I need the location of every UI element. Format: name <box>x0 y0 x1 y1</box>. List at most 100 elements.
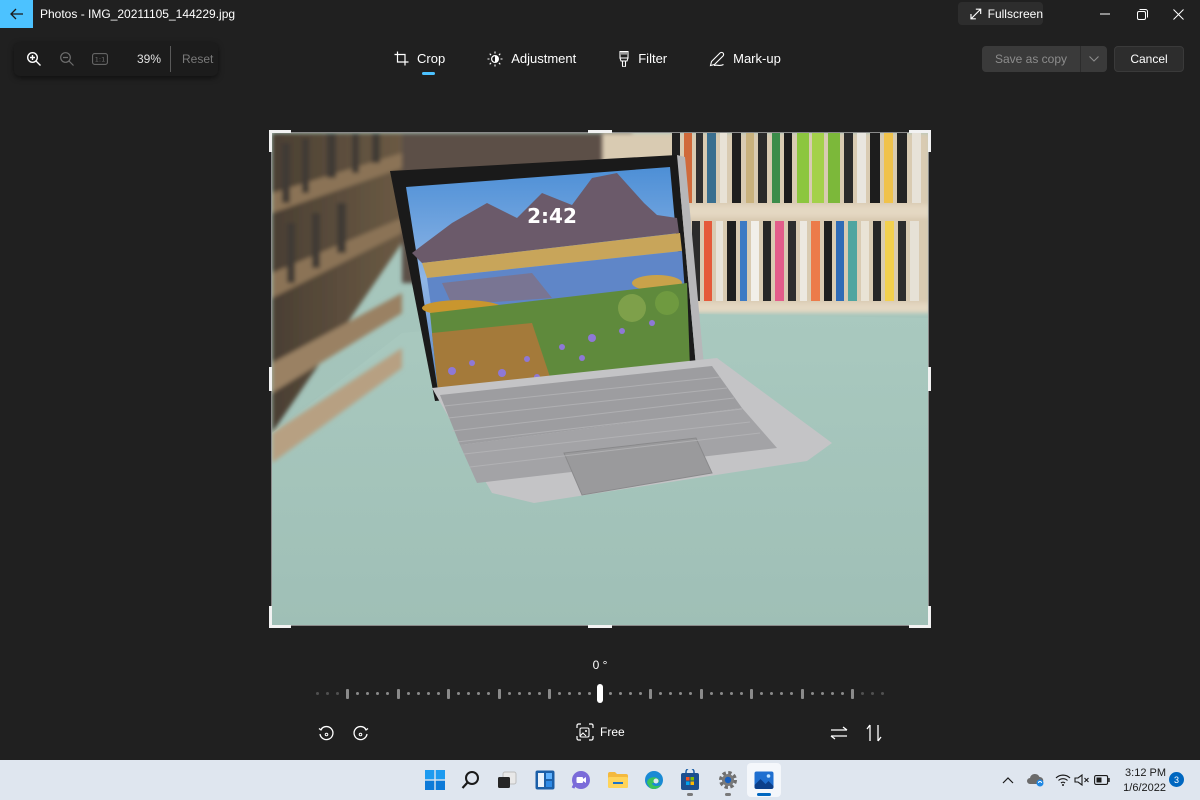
tab-markup[interactable]: Mark-up <box>709 48 781 78</box>
toolbar-divider <box>170 46 171 72</box>
ruler-minor-tick <box>659 692 663 695</box>
ruler-minor-tick <box>830 692 834 695</box>
save-as-copy-button[interactable]: Save as copy <box>982 46 1081 72</box>
crop-handle-bottom-left-vertical[interactable] <box>269 606 272 628</box>
crop-handle-left[interactable] <box>269 367 272 391</box>
crop-handle-bottom-left[interactable] <box>269 625 291 628</box>
clock-date: 1/6/2022 <box>1123 782 1166 794</box>
tab-markup-label: Mark-up <box>733 51 781 66</box>
notification-badge[interactable]: 3 <box>1169 772 1184 787</box>
running-indicator <box>725 793 731 796</box>
ruler-minor-tick <box>820 692 824 695</box>
taskbar-settings[interactable] <box>711 763 745 797</box>
tab-adjustment[interactable]: Adjustment <box>487 48 576 78</box>
zoom-out-icon <box>59 52 74 66</box>
crop-handle-right[interactable] <box>928 367 931 391</box>
taskbar-task-view[interactable] <box>490 763 524 797</box>
ruler-major-tick <box>649 689 652 699</box>
taskbar-start[interactable] <box>418 763 452 797</box>
taskbar-photos[interactable] <box>747 763 781 797</box>
ruler-minor-tick <box>558 692 562 695</box>
crop-handle-top-left[interactable] <box>269 130 291 133</box>
ruler-minor-tick <box>588 692 592 695</box>
flip-vertical-button[interactable] <box>863 722 885 744</box>
ruler-minor-tick <box>325 692 329 695</box>
ruler-minor-tick <box>537 692 541 695</box>
restore-icon <box>1136 8 1148 20</box>
actual-size-button[interactable]: 1:1 <box>83 42 116 76</box>
ruler-minor-tick <box>679 692 683 695</box>
ruler-minor-tick <box>356 692 360 695</box>
system-clock[interactable]: 3:12 PM 1/6/2022 <box>1120 766 1166 796</box>
wifi-icon <box>1055 774 1071 786</box>
straighten-slider[interactable] <box>315 684 885 703</box>
flip-horizontal-button[interactable] <box>828 722 850 744</box>
rotate-left-button[interactable] <box>315 722 337 744</box>
ruler-minor-tick <box>335 692 339 695</box>
aspect-ratio-button[interactable]: Free <box>576 723 625 741</box>
ruler-minor-tick <box>436 692 440 695</box>
photo-canvas[interactable]: 2:42 <box>271 132 929 626</box>
edit-tabs: Crop Adjustment Filter Mark-up <box>390 48 781 78</box>
brightness-icon <box>487 51 503 67</box>
tab-filter[interactable]: Filter <box>618 48 667 78</box>
taskbar-widgets[interactable] <box>528 763 562 797</box>
actual-size-icon: 1:1 <box>91 53 108 65</box>
taskbar-store[interactable] <box>673 763 707 797</box>
fullscreen-button[interactable]: Fullscreen <box>958 2 1043 25</box>
ruler-major-tick <box>699 689 703 699</box>
zoom-in-button[interactable] <box>17 42 50 76</box>
close-button[interactable] <box>1155 0 1200 28</box>
cancel-button[interactable]: Cancel <box>1114 46 1184 72</box>
tab-crop[interactable]: Crop <box>394 48 445 78</box>
edge-icon <box>645 771 663 789</box>
zoom-toolbar: 1:1 39% Reset <box>14 42 218 76</box>
ruler-minor-tick <box>608 692 612 695</box>
zoom-out-button[interactable] <box>50 42 83 76</box>
ruler-minor-tick <box>467 692 471 695</box>
ruler-minor-tick <box>709 692 713 695</box>
taskbar-chat[interactable] <box>564 763 598 797</box>
back-button[interactable] <box>0 0 33 28</box>
expand-diagonal-icon <box>970 8 982 19</box>
battery-icon <box>1094 775 1110 785</box>
teams-chat-icon <box>571 771 590 789</box>
ruler-minor-tick <box>366 692 370 695</box>
rotate-right-icon <box>352 725 368 740</box>
show-hidden-icons-button[interactable] <box>998 763 1018 797</box>
crop-handle-top-left-vertical[interactable] <box>269 130 272 152</box>
wifi-tray-button[interactable] <box>1054 763 1072 797</box>
crop-handle-bottom[interactable] <box>588 625 612 628</box>
ruler-minor-tick <box>840 692 844 695</box>
reset-zoom-button[interactable]: Reset <box>182 52 213 66</box>
crop-handle-bottom-right-vertical[interactable] <box>928 606 931 628</box>
taskbar-file-explorer[interactable] <box>601 763 635 797</box>
rotate-right-button[interactable] <box>349 722 371 744</box>
ruler-minor-tick <box>881 692 885 695</box>
title-bar: Photos - IMG_20211105_144229.jpg Fullscr… <box>0 0 1200 28</box>
back-arrow-icon <box>9 8 23 20</box>
ruler-minor-tick <box>457 692 461 695</box>
straighten-slider-thumb[interactable] <box>597 684 603 703</box>
widgets-icon <box>535 770 555 790</box>
folder-icon <box>608 772 628 788</box>
search-icon <box>461 771 479 789</box>
save-options-dropdown[interactable] <box>1081 46 1107 72</box>
ruler-minor-tick <box>416 692 420 695</box>
taskbar-edge[interactable] <box>637 763 671 797</box>
aspect-ratio-label: Free <box>600 725 625 739</box>
fullscreen-label: Fullscreen <box>987 6 1043 21</box>
crop-handle-top-right-vertical[interactable] <box>928 130 931 152</box>
onedrive-tray-button[interactable] <box>1026 763 1046 797</box>
ruler-minor-tick <box>780 692 784 695</box>
taskbar-search[interactable] <box>454 763 488 797</box>
volume-tray-button[interactable] <box>1073 763 1091 797</box>
ruler-minor-tick <box>376 692 380 695</box>
crop-handle-top[interactable] <box>588 130 612 133</box>
zoom-level: 39% <box>136 52 161 66</box>
ruler-minor-tick <box>810 692 814 695</box>
rotate-left-icon <box>318 725 334 740</box>
chevron-up-icon <box>1002 777 1014 784</box>
battery-tray-button[interactable] <box>1093 763 1111 797</box>
markup-pen-icon <box>709 51 725 67</box>
